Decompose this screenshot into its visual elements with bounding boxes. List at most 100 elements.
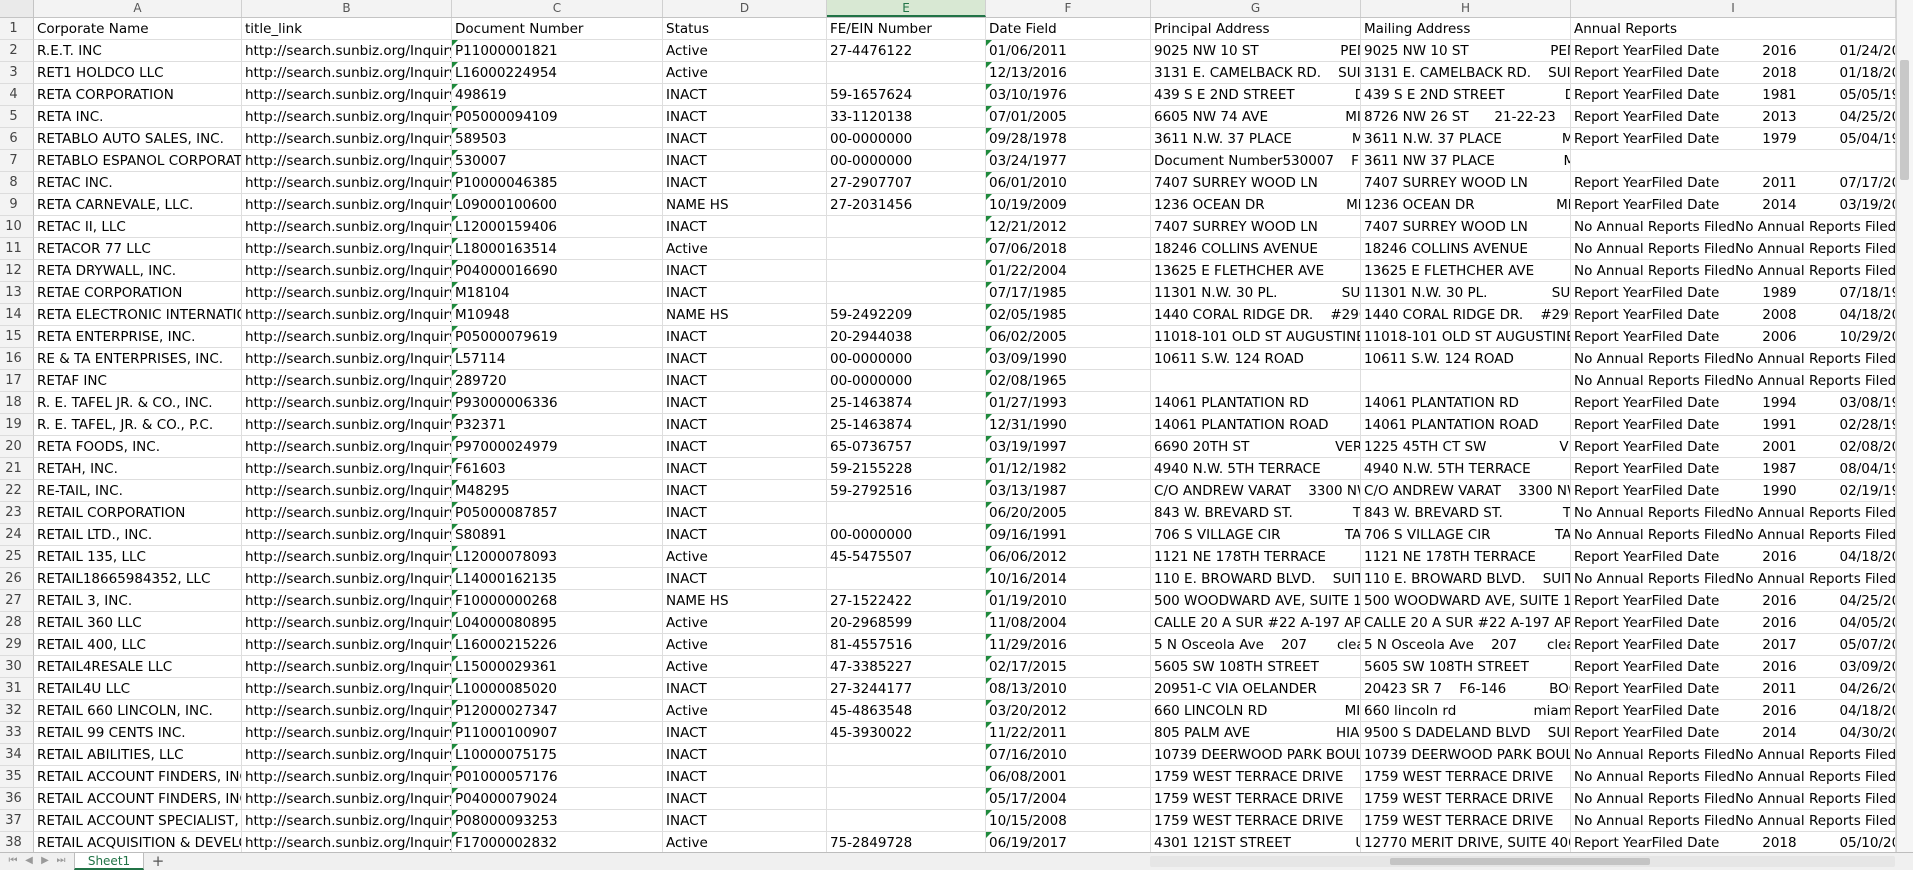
data-cell[interactable]: RETA INC.	[34, 106, 242, 128]
row-number[interactable]: 35	[0, 766, 34, 788]
data-cell[interactable]: No Annual Reports FiledNo Annual Reports…	[1571, 524, 1896, 546]
data-cell[interactable]: S80891	[452, 524, 663, 546]
data-cell[interactable]: No Annual Reports FiledNo Annual Reports…	[1571, 810, 1896, 832]
data-cell[interactable]: 1759 WEST TERRACE DRIVE	[1361, 810, 1571, 832]
data-cell[interactable]: L10000085020	[452, 678, 663, 700]
data-cell[interactable]: 03/09/1990	[986, 348, 1151, 370]
data-cell[interactable]: 07/01/2005	[986, 106, 1151, 128]
data-cell[interactable]: No Annual Reports FiledNo Annual Reports…	[1571, 216, 1896, 238]
data-cell[interactable]: 1440 CORAL RIDGE DR. #290	[1361, 304, 1571, 326]
data-cell[interactable]: L16000224954	[452, 62, 663, 84]
data-cell[interactable]: 6690 20TH ST VERO BEAC	[1151, 436, 1361, 458]
last-sheet-arrow-icon[interactable]: ⏭	[54, 854, 68, 868]
data-cell[interactable]: INACT	[663, 502, 827, 524]
data-cell[interactable]: 1236 OCEAN DR MIAMI B	[1151, 194, 1361, 216]
row-number[interactable]: 9	[0, 194, 34, 216]
data-cell[interactable]: Active	[663, 700, 827, 722]
data-cell[interactable]: 14061 PLANTATION RD F	[1151, 392, 1361, 414]
next-sheet-arrow-icon[interactable]: ▶	[38, 854, 52, 868]
data-cell[interactable]: P05000094109	[452, 106, 663, 128]
data-cell[interactable]: Active	[663, 612, 827, 634]
column-header-f[interactable]: F	[986, 0, 1151, 17]
data-cell[interactable]: 3611 N.W. 37 PLACE MIAI	[1361, 128, 1571, 150]
data-cell[interactable]: P11000001821	[452, 40, 663, 62]
row-number[interactable]: 27	[0, 590, 34, 612]
data-cell[interactable]: 11018-101 OLD ST AUGUSTINE R	[1151, 326, 1361, 348]
data-cell[interactable]: 10/16/2014	[986, 568, 1151, 590]
data-cell[interactable]: 06/19/2017	[986, 832, 1151, 852]
row-number[interactable]: 7	[0, 150, 34, 172]
data-cell[interactable]: RETAIL 3, INC.	[34, 590, 242, 612]
column-title-cell[interactable]: Principal Address	[1151, 18, 1361, 40]
data-cell[interactable]: 14061 PLANTATION RD F	[1361, 392, 1571, 414]
data-cell[interactable]: 27-3244177	[827, 678, 986, 700]
data-cell[interactable]: 11/22/2011	[986, 722, 1151, 744]
data-cell[interactable]	[1571, 150, 1896, 172]
data-cell[interactable]: 02/08/1965	[986, 370, 1151, 392]
data-cell[interactable]: RE-TAIL, INC.	[34, 480, 242, 502]
row-number[interactable]: 37	[0, 810, 34, 832]
data-cell[interactable]: 27-4476122	[827, 40, 986, 62]
data-cell[interactable]: RETAIL ACCOUNT FINDERS, INC.	[34, 788, 242, 810]
data-cell[interactable]: F10000000268	[452, 590, 663, 612]
data-cell[interactable]: 20951-C VIA OELANDER E	[1151, 678, 1361, 700]
data-cell[interactable]: http://search.sunbiz.org/Inquiry/c	[242, 62, 452, 84]
data-cell[interactable]: RETAIL 135, LLC	[34, 546, 242, 568]
data-cell[interactable]: L12000078093	[452, 546, 663, 568]
data-cell[interactable]: 5605 SW 108TH STREET O	[1151, 656, 1361, 678]
data-cell[interactable]: http://search.sunbiz.org/Inquiry/c	[242, 436, 452, 458]
row-number[interactable]: 33	[0, 722, 34, 744]
row-number[interactable]: 15	[0, 326, 34, 348]
data-cell[interactable]: 47-3385227	[827, 656, 986, 678]
row-number[interactable]: 19	[0, 414, 34, 436]
data-cell[interactable]: P11000100907	[452, 722, 663, 744]
data-cell[interactable]: M18104	[452, 282, 663, 304]
data-cell[interactable]: F61603	[452, 458, 663, 480]
data-cell[interactable]: Report YearFiled Date 2016 04/18/2016	[1571, 546, 1896, 568]
data-cell[interactable]: 1121 NE 178TH TERRACE	[1361, 546, 1571, 568]
row-number[interactable]: 25	[0, 546, 34, 568]
data-cell[interactable]: http://search.sunbiz.org/Inquiry/c	[242, 722, 452, 744]
data-cell[interactable]: http://search.sunbiz.org/Inquiry/c	[242, 656, 452, 678]
column-header-b[interactable]: B	[242, 0, 452, 17]
data-cell[interactable]: 4940 N.W. 5TH TERRACE E	[1361, 458, 1571, 480]
data-cell[interactable]: Active	[663, 238, 827, 260]
data-cell[interactable]	[827, 568, 986, 590]
data-cell[interactable]: Active	[663, 40, 827, 62]
data-cell[interactable]: INACT	[663, 282, 827, 304]
data-cell[interactable]: RETAH, INC.	[34, 458, 242, 480]
data-cell[interactable]: 01/19/2010	[986, 590, 1151, 612]
data-cell[interactable]: 45-3930022	[827, 722, 986, 744]
data-cell[interactable]: 1759 WEST TERRACE DRIVE	[1151, 788, 1361, 810]
data-cell[interactable]: http://search.sunbiz.org/Inquiry/c	[242, 502, 452, 524]
data-cell[interactable]: P10000046385	[452, 172, 663, 194]
data-cell[interactable]: NAME HS	[663, 304, 827, 326]
data-cell[interactable]: http://search.sunbiz.org/Inquiry/c	[242, 194, 452, 216]
data-cell[interactable]: 06/06/2012	[986, 546, 1151, 568]
data-cell[interactable]: No Annual Reports FiledNo Annual Reports…	[1571, 238, 1896, 260]
data-cell[interactable]: R.E.T. INC	[34, 40, 242, 62]
data-cell[interactable]: Active	[663, 62, 827, 84]
data-cell[interactable]: Report YearFiled Date 1990 02/19/1990	[1571, 480, 1896, 502]
row-number[interactable]: 12	[0, 260, 34, 282]
data-cell[interactable]: RETA CORPORATION	[34, 84, 242, 106]
column-header-e[interactable]: E	[827, 0, 986, 17]
data-cell[interactable]: INACT	[663, 788, 827, 810]
data-cell[interactable]: L14000162135	[452, 568, 663, 590]
data-cell[interactable]	[827, 216, 986, 238]
data-cell[interactable]: http://search.sunbiz.org/Inquiry/c	[242, 150, 452, 172]
data-cell[interactable]: 01/27/1993	[986, 392, 1151, 414]
data-cell[interactable]: 03/20/2012	[986, 700, 1151, 722]
data-cell[interactable]: L04000080895	[452, 612, 663, 634]
data-cell[interactable]: INACT	[663, 810, 827, 832]
row-number[interactable]: 8	[0, 172, 34, 194]
data-cell[interactable]: INACT	[663, 436, 827, 458]
data-cell[interactable]: 13625 E FLETHCHER AVE T	[1151, 260, 1361, 282]
data-cell[interactable]: RETAIL 99 CENTS INC.	[34, 722, 242, 744]
data-cell[interactable]: INACT	[663, 458, 827, 480]
data-cell[interactable]: 27-2031456	[827, 194, 986, 216]
data-cell[interactable]: 1440 CORAL RIDGE DR. #290	[1151, 304, 1361, 326]
data-cell[interactable]: M10948	[452, 304, 663, 326]
select-all-corner[interactable]	[0, 0, 34, 17]
data-cell[interactable]: RETAIL 400, LLC	[34, 634, 242, 656]
